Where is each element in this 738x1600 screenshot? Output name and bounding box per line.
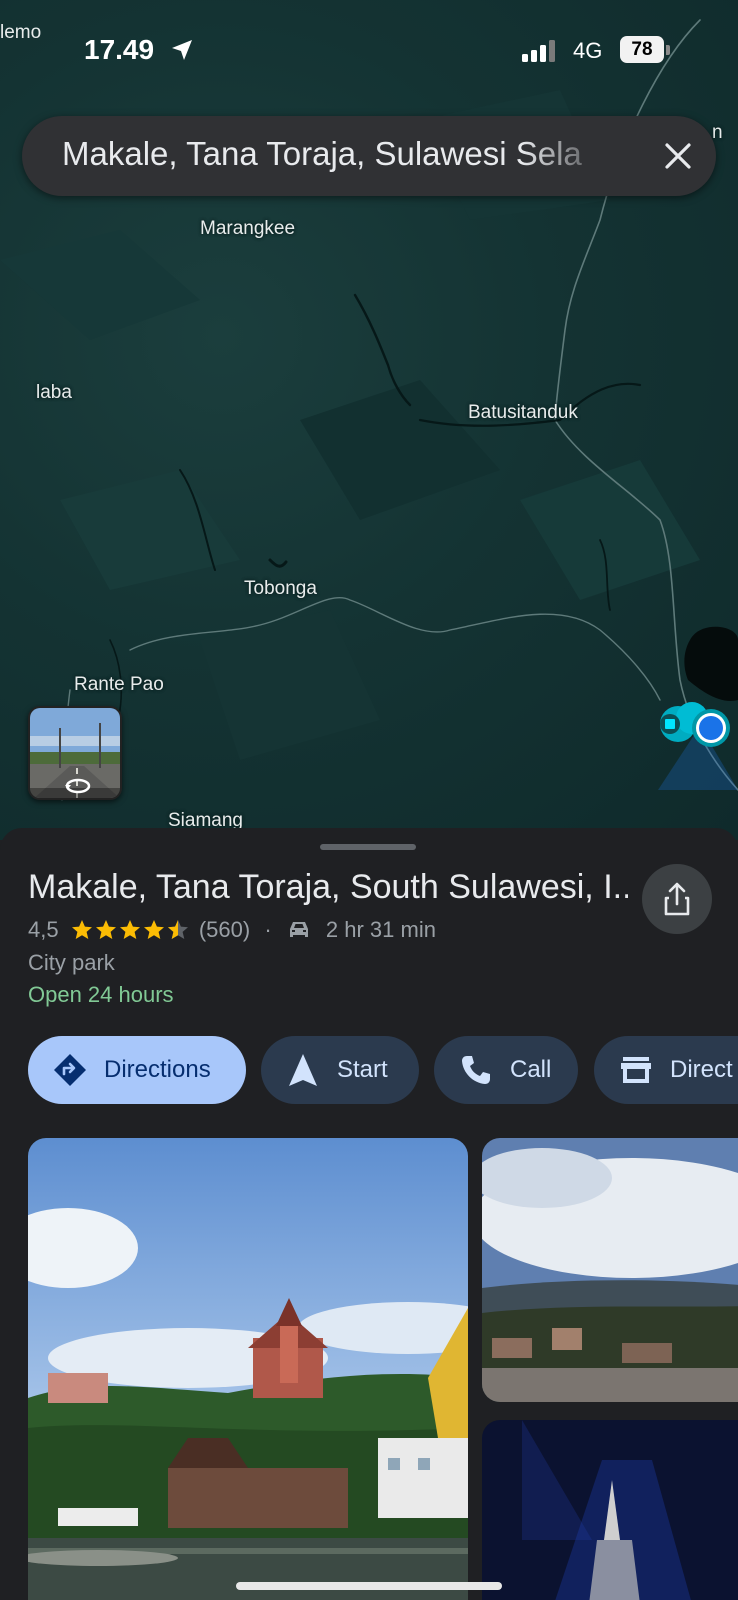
street-view-thumbnail[interactable]: [28, 706, 122, 800]
start-label: Start: [337, 1056, 388, 1083]
navigation-arrow-icon: [283, 1050, 323, 1090]
search-fade: [522, 126, 612, 186]
status-network: 4G: [573, 38, 603, 63]
status-carrier: lemo: [0, 22, 42, 43]
photo-main[interactable]: [28, 1138, 468, 1600]
map-label-edge: n: [712, 122, 723, 143]
place-sheet[interactable]: Makale, Tana Toraja, South Sulawesi, I..…: [0, 828, 738, 1600]
location-arrow-icon: [172, 40, 192, 60]
rotate-360-icon: [65, 778, 91, 794]
directory-button[interactable]: Direct: [594, 1036, 738, 1104]
share-button[interactable]: [642, 864, 712, 934]
call-button[interactable]: Call: [434, 1036, 578, 1104]
open-hours[interactable]: Open 24 hours: [28, 982, 174, 1008]
status-time: 17.49: [84, 34, 155, 65]
car-icon: [289, 922, 308, 938]
photo-night-monument[interactable]: [482, 1420, 738, 1600]
review-count[interactable]: (560): [199, 917, 250, 942]
current-location-marker[interactable]: [648, 690, 738, 805]
map-label-tobonga[interactable]: Tobonga: [244, 578, 317, 600]
storefront-icon: [616, 1050, 656, 1090]
photo-town-view[interactable]: [482, 1138, 738, 1402]
map-label-marangkee[interactable]: Marangkee: [200, 218, 295, 240]
rating-value: 4,5: [28, 917, 59, 943]
directions-button[interactable]: Directions: [28, 1036, 246, 1104]
search-bar[interactable]: Makale, Tana Toraja, Sulawesi Sela: [22, 116, 716, 196]
battery-tip: [666, 45, 670, 55]
directions-label: Directions: [104, 1056, 211, 1083]
share-icon: [664, 882, 690, 916]
drive-time: 2 hr 31 min: [325, 917, 436, 943]
place-meta: 4,5 (560) · 2 hr 31 min: [28, 916, 436, 943]
close-icon[interactable]: [658, 136, 698, 176]
phone-icon: [456, 1050, 496, 1090]
call-label: Call: [510, 1056, 552, 1083]
map-label-rante-pao[interactable]: Rante Pao: [74, 674, 164, 696]
sheet-drag-handle[interactable]: [320, 844, 416, 850]
screen: Marangkee laba Batusitanduk Tobonga Rant…: [0, 0, 738, 1600]
rating-stars-icon: [71, 920, 188, 940]
home-indicator[interactable]: [236, 1582, 502, 1590]
directions-icon: [50, 1050, 90, 1090]
directory-label: Direct: [670, 1056, 733, 1083]
battery-indicator: 78: [620, 36, 664, 63]
place-title: Makale, Tana Toraja, South Sulawesi, I..…: [28, 868, 628, 906]
map-label-laba[interactable]: laba: [36, 382, 72, 404]
search-input[interactable]: Makale, Tana Toraja, Sulawesi Sela: [62, 135, 602, 173]
start-button[interactable]: Start: [261, 1036, 419, 1104]
signal-icon: [522, 40, 555, 62]
place-category: City park: [28, 950, 115, 975]
meta-separator: ·: [264, 917, 272, 943]
map-label-batusitanduk[interactable]: Batusitanduk: [468, 402, 578, 424]
